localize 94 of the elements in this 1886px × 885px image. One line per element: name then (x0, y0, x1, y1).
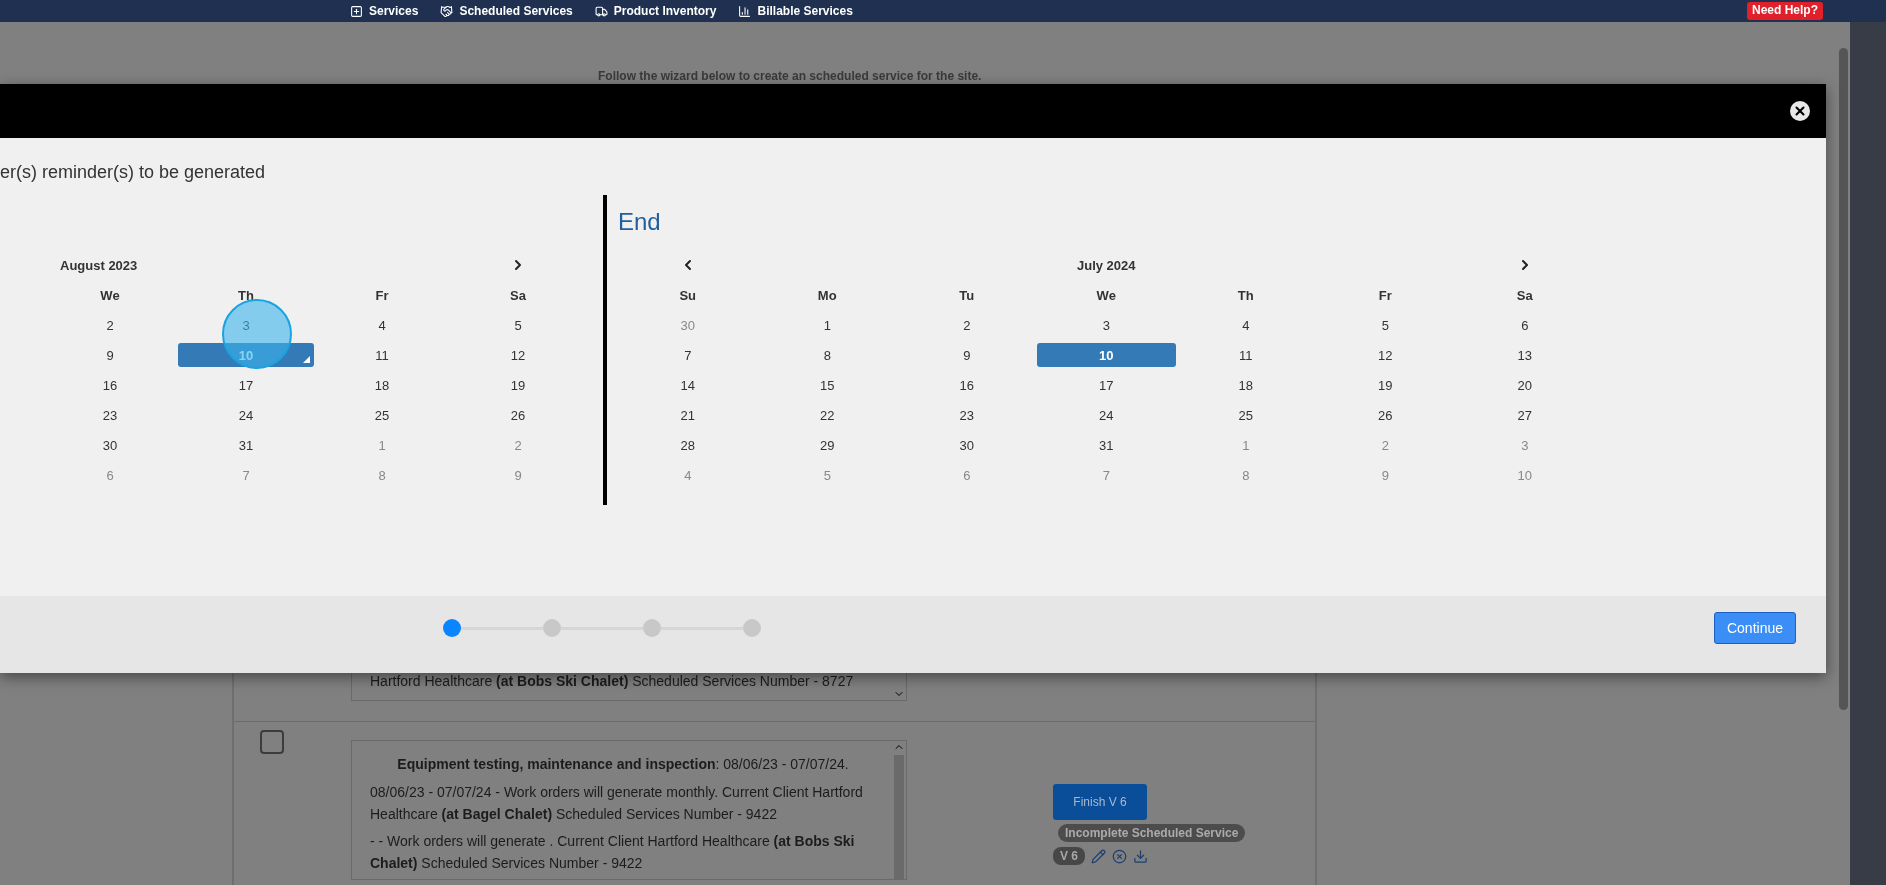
delete-icon[interactable] (1112, 848, 1127, 864)
service-text: - - Work orders will generate . Current Client Hartford Healthcare (at Bobs Ski Chalet) Scheduled Services Number - 9422 (370, 832, 856, 873)
calendar-day[interactable]: 1 (757, 313, 897, 337)
month-title: August 2023 (59, 256, 139, 275)
calendar-day[interactable]: 8 (757, 343, 897, 367)
weekday-label: We (1095, 286, 1117, 305)
calendar-day[interactable]: 16 (42, 373, 178, 397)
calendar-day[interactable]: 30 (42, 433, 178, 457)
edit-icon[interactable] (1091, 848, 1106, 864)
nav-link[interactable]: Services (350, 3, 419, 19)
step-dot[interactable] (443, 619, 461, 637)
calendar-day[interactable]: 12 (450, 343, 586, 367)
calendar-day[interactable]: 31 (1036, 433, 1176, 457)
end-heading: End (618, 208, 662, 236)
calendar-day[interactable]: 9 (42, 343, 178, 367)
calendar-day[interactable]: 28 (618, 433, 758, 457)
calendar-day[interactable]: 25 (314, 403, 450, 427)
weekday-label: Th (1236, 286, 1255, 305)
weekday-label: Mo (816, 286, 838, 305)
wizard-intro: Follow the wizard below to create an scheduled service for the site. (598, 69, 983, 83)
weekday-label: Fr (374, 286, 390, 305)
plus-square-icon (350, 4, 363, 18)
calendar-day[interactable]: 27 (1455, 403, 1595, 427)
nav-link-label: Scheduled Services (459, 4, 573, 18)
status-badge: Incomplete Scheduled Service (1058, 824, 1246, 842)
calendar-day[interactable]: 24 (178, 403, 314, 427)
weekday-label: Su (678, 286, 698, 305)
calendar-day[interactable]: 20 (1455, 373, 1595, 397)
step-dot[interactable] (743, 619, 761, 637)
calendar-day[interactable]: 19 (450, 373, 586, 397)
month-title: July 2024 (1075, 256, 1137, 275)
download-icon[interactable] (1133, 848, 1148, 864)
calendar-day[interactable]: 9 (897, 343, 1037, 367)
calendar-day[interactable]: 5 (1315, 313, 1455, 337)
nav-link[interactable]: Billable Services (738, 3, 853, 19)
close-button[interactable] (1790, 101, 1810, 121)
weekday-label: Sa (509, 286, 527, 305)
handshake-icon (440, 4, 454, 18)
weekday-label: Fr (1377, 286, 1393, 305)
calendar-day[interactable]: 23 (42, 403, 178, 427)
calendar-day[interactable]: 15 (757, 373, 897, 397)
calendar-day[interactable]: 23 (897, 403, 1037, 427)
calendar-day[interactable]: 4 (1176, 313, 1316, 337)
calendar-day[interactable]: 2 (897, 313, 1037, 337)
calendar-day[interactable]: 26 (1315, 403, 1455, 427)
calendar-day[interactable]: 10 (1036, 343, 1176, 367)
weekday-label: Th (237, 286, 255, 305)
calendar-day[interactable]: 31 (178, 433, 314, 457)
calendar-day[interactable]: 11 (1176, 343, 1316, 367)
calendar-day[interactable]: 18 (314, 373, 450, 397)
scrollbar-thumb[interactable] (1838, 48, 1848, 710)
weekday-label: Sa (1515, 286, 1534, 305)
calendar-day[interactable]: 17 (1036, 373, 1176, 397)
bar-chart-icon (738, 4, 752, 18)
calendar-day[interactable]: 26 (450, 403, 586, 427)
calendar-day[interactable]: 6 (1455, 313, 1595, 337)
service-text: Hartford Healthcare (at Bobs Ski Chalet) Scheduled Services Number - 8727 (370, 672, 855, 691)
calendar-day[interactable]: 16 (897, 373, 1037, 397)
calendar-day[interactable]: 17 (178, 373, 314, 397)
step-dot[interactable] (543, 619, 561, 637)
nav-link-label: Product Inventory (613, 4, 717, 18)
calendar-day[interactable]: 22 (757, 403, 897, 427)
calendar-day[interactable]: 30 (897, 433, 1037, 457)
service-title: Equipment testing, maintenance and inspection: 08/06/23 - 07/07/24. (396, 755, 850, 774)
calendar-day[interactable]: 29 (757, 433, 897, 457)
calendar-day[interactable]: 25 (1176, 403, 1316, 427)
calendar-day[interactable]: 14 (618, 373, 758, 397)
instruction-text: er(s) reminder(s) to be generated (0, 161, 267, 183)
calendar-day[interactable]: 13 (1455, 343, 1595, 367)
calendar-day[interactable]: 11 (314, 343, 450, 367)
finish-button[interactable]: Finish V 6 (1053, 784, 1147, 820)
truck-icon (594, 4, 608, 18)
help-link[interactable]: Need Help? (1747, 2, 1823, 20)
step-dot[interactable] (643, 619, 661, 637)
weekday-label: Tu (958, 286, 976, 305)
nav-link-label: Billable Services (757, 4, 853, 18)
calendar-day[interactable]: 18 (1176, 373, 1316, 397)
checkbox[interactable] (260, 730, 284, 754)
version-badge: V 6 (1053, 847, 1085, 865)
nav-link[interactable]: Product Inventory (594, 3, 717, 19)
calendar-day[interactable]: 24 (1036, 403, 1176, 427)
calendar-day[interactable]: 21 (618, 403, 758, 427)
nav-link-label: Services (369, 4, 419, 18)
calendar-day[interactable]: 12 (1315, 343, 1455, 367)
calendar-day[interactable]: 2 (42, 313, 178, 337)
close-icon (1793, 104, 1807, 118)
nav-link[interactable]: Scheduled Services (440, 3, 573, 19)
weekday-label: We (99, 286, 121, 305)
calendar-day[interactable]: 7 (618, 343, 758, 367)
calendar-day[interactable]: 5 (450, 313, 586, 337)
calendar-day[interactable]: 19 (1315, 373, 1455, 397)
calendar-day[interactable]: 4 (314, 313, 450, 337)
service-text: 08/06/23 - 07/07/24 - Work orders will generate monthly. Current Client Hartford Healthcare (at Bagel Chalet) Scheduled Services Number - 9422 (370, 783, 864, 824)
calendar-day[interactable]: 3 (1036, 313, 1176, 337)
